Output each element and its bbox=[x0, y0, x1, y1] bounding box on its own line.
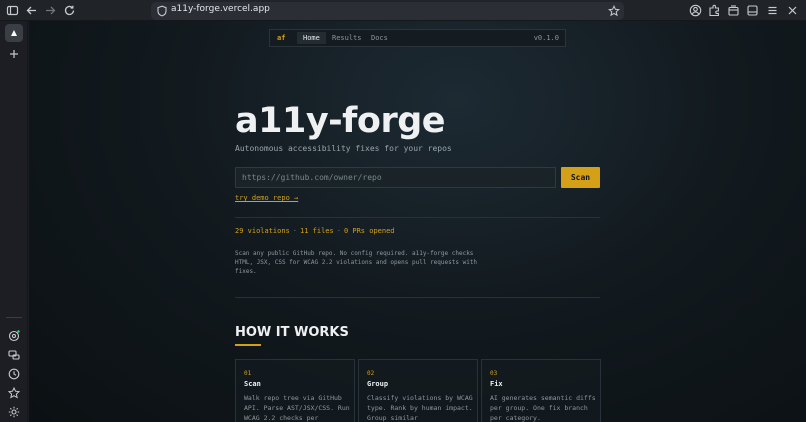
menu-icon[interactable] bbox=[766, 4, 779, 17]
step-number: 03 bbox=[490, 370, 498, 377]
site-logo[interactable]: af bbox=[277, 34, 285, 42]
step-title: Group bbox=[367, 380, 389, 388]
forward-icon[interactable] bbox=[44, 4, 57, 17]
separator-dot: · bbox=[336, 227, 341, 235]
divider bbox=[235, 217, 600, 218]
back-icon[interactable] bbox=[25, 4, 38, 17]
bookmark-star-icon[interactable] bbox=[608, 5, 620, 17]
heading-underline bbox=[235, 344, 261, 346]
reload-icon[interactable] bbox=[63, 4, 76, 17]
nav-home-link[interactable]: Home bbox=[297, 32, 326, 44]
violations-count: 29 violations bbox=[235, 227, 290, 235]
nav-docs-link[interactable]: Docs bbox=[371, 34, 388, 42]
new-tab-icon[interactable] bbox=[7, 46, 21, 60]
version-label: v0.1.0 bbox=[533, 34, 559, 42]
containers-icon[interactable] bbox=[727, 4, 740, 17]
active-tab[interactable] bbox=[5, 24, 23, 42]
web-page: af Home Results Docs v0.1.0 a11y-forge A… bbox=[29, 21, 806, 422]
step-number: 01 bbox=[244, 370, 252, 377]
sidebar-divider bbox=[6, 317, 22, 318]
files-count: 11 files bbox=[300, 227, 334, 235]
browser-sidebar bbox=[0, 21, 28, 422]
window-close-icon[interactable] bbox=[786, 4, 799, 17]
settings-gear-icon[interactable] bbox=[7, 404, 21, 418]
history-icon[interactable] bbox=[7, 366, 21, 380]
sidebar-toggle-icon[interactable] bbox=[6, 4, 19, 17]
stats-line: 29 violations · 11 files · 0 PRs opened bbox=[235, 227, 395, 235]
reader-view-icon[interactable] bbox=[746, 4, 759, 17]
divider bbox=[235, 297, 600, 298]
how-it-works-heading: HOW IT WORKS bbox=[235, 325, 349, 340]
address-bar[interactable]: a11y-forge.vercel.app bbox=[151, 2, 624, 20]
step-card-scan: 01 Scan Walk repo tree via GitHub API. P… bbox=[235, 359, 355, 422]
step-card-fix: 03 Fix AI generates semantic diffs per g… bbox=[481, 359, 601, 422]
step-title: Scan bbox=[244, 380, 261, 388]
site-nav: af Home Results Docs v0.1.0 bbox=[269, 29, 566, 47]
tab-favicon-icon bbox=[11, 30, 17, 36]
prs-count: 0 PRs opened bbox=[343, 227, 395, 235]
account-icon[interactable] bbox=[689, 4, 702, 17]
page-title: a11y-forge bbox=[235, 101, 446, 141]
synced-tabs-icon[interactable] bbox=[7, 347, 21, 361]
scan-button[interactable]: Scan bbox=[561, 167, 600, 188]
browser-toolbar: a11y-forge.vercel.app bbox=[0, 0, 806, 21]
step-number: 02 bbox=[367, 370, 375, 377]
repo-url-input[interactable] bbox=[235, 167, 556, 188]
demo-repo-link[interactable]: try demo repo → bbox=[235, 194, 298, 202]
description-text: Scan any public GitHub repo. No config r… bbox=[235, 250, 478, 275]
nav-results-link[interactable]: Results bbox=[332, 34, 362, 42]
step-card-group: 02 Group Classify violations by WCAG typ… bbox=[358, 359, 478, 422]
bookmarks-icon[interactable] bbox=[7, 385, 21, 399]
page-subtitle: Autonomous accessibility fixes for your … bbox=[235, 144, 452, 153]
step-body: Classify violations by WCAG type. Rank b… bbox=[367, 394, 473, 422]
extensions-icon[interactable] bbox=[708, 4, 721, 17]
step-body: AI generates semantic diffs per group. O… bbox=[490, 394, 596, 422]
url-text[interactable]: a11y-forge.vercel.app bbox=[171, 4, 270, 14]
ai-chat-icon[interactable] bbox=[7, 328, 21, 342]
step-body: Walk repo tree via GitHub API. Parse AST… bbox=[244, 394, 350, 422]
shield-icon[interactable] bbox=[156, 5, 168, 17]
step-title: Fix bbox=[490, 380, 503, 388]
separator-dot: · bbox=[292, 227, 298, 235]
